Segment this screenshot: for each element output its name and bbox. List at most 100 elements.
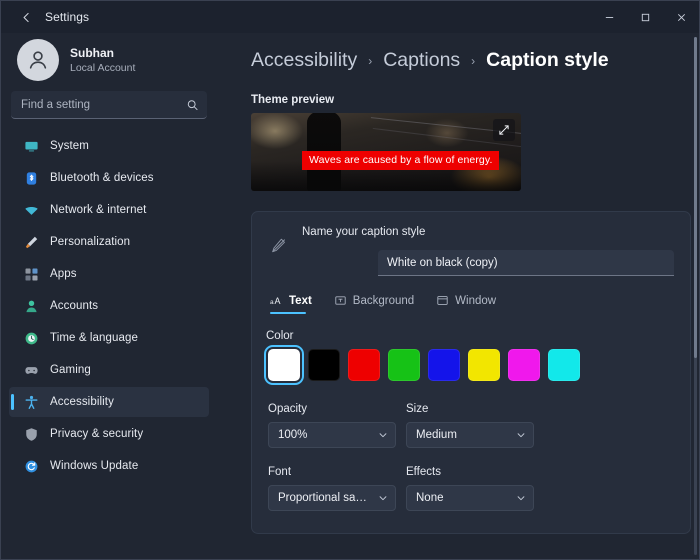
caption-name-row: Name your caption style [266, 226, 674, 276]
window-icon [436, 294, 449, 307]
sidebar-item-accounts[interactable]: Accounts [9, 291, 209, 321]
tab-text-label: Text [289, 294, 312, 307]
gamepad-icon [23, 362, 39, 378]
back-button[interactable] [13, 4, 39, 30]
content-scrollbar[interactable] [694, 37, 697, 555]
sidebar-item-personalization[interactable]: Personalization [9, 227, 209, 257]
font-label: Font [268, 466, 292, 478]
color-swatch-cyan[interactable] [548, 349, 580, 381]
color-swatch-white[interactable] [264, 345, 304, 385]
sidebar-item-windows-update[interactable]: Windows Update [9, 451, 209, 481]
chevron-down-icon [516, 493, 526, 503]
monitor-icon [23, 138, 39, 154]
color-swatch-green[interactable] [388, 349, 420, 381]
avatar [17, 39, 59, 81]
color-label: Color [266, 330, 294, 342]
size-value: Medium [416, 429, 457, 441]
color-swatch-red[interactable] [348, 349, 380, 381]
effects-value: None [416, 492, 444, 504]
tab-window[interactable]: Window [436, 294, 496, 314]
minimize-button[interactable] [591, 1, 627, 33]
style-options-grid: Opacity 100% Size Medium Font Proportion… [268, 385, 674, 511]
size-label: Size [406, 403, 429, 415]
chevron-down-icon [378, 430, 388, 440]
caption-name-input-wrap [302, 250, 674, 276]
breadcrumb-separator-icon: › [471, 53, 476, 68]
font-field: Font Proportional sans s... [268, 466, 396, 511]
sidebar-item-label: Accessibility [50, 396, 114, 408]
opacity-value: 100% [278, 429, 308, 441]
scrollbar-thumb[interactable] [694, 37, 697, 359]
opacity-select[interactable]: 100% [268, 422, 396, 448]
color-swatch-yellow[interactable] [468, 349, 500, 381]
font-select[interactable]: Proportional sans s... [268, 485, 396, 511]
maximize-button[interactable] [627, 1, 663, 33]
chevron-down-icon [516, 430, 526, 440]
update-icon [23, 458, 39, 474]
size-select[interactable]: Medium [406, 422, 534, 448]
sidebar-item-label: Bluetooth & devices [50, 172, 154, 184]
color-swatch-blue[interactable] [428, 349, 460, 381]
sidebar-item-label: Privacy & security [50, 428, 144, 440]
caption-name-column: Name your caption style [302, 226, 674, 276]
search-icon [186, 98, 199, 111]
sidebar-item-gaming[interactable]: Gaming [9, 355, 209, 385]
expand-diagonal-icon[interactable] [493, 119, 515, 141]
shield-icon [23, 426, 39, 442]
breadcrumb-item-captions[interactable]: Captions [383, 49, 460, 72]
effects-select[interactable]: None [406, 485, 534, 511]
clock-icon [23, 330, 39, 346]
sidebar-item-label: Time & language [50, 332, 139, 344]
font-value: Proportional sans s... [278, 492, 371, 504]
account-subtitle: Local Account [70, 62, 136, 74]
sidebar-item-privacy-security[interactable]: Privacy & security [9, 419, 209, 449]
text-format-icon: a A [270, 294, 283, 307]
sidebar-item-label: Gaming [50, 364, 91, 376]
search-box[interactable] [11, 91, 207, 119]
size-field: Size Medium [406, 403, 534, 448]
background-icon [334, 294, 347, 307]
page-title: Caption style [486, 49, 609, 71]
accounts-icon [23, 298, 39, 314]
opacity-label: Opacity [268, 403, 307, 415]
color-swatch-black[interactable] [308, 349, 340, 381]
apps-icon [23, 266, 39, 282]
sidebar-item-label: Windows Update [50, 460, 139, 472]
caption-name-label: Name your caption style [302, 226, 426, 238]
title-bar: Settings [1, 1, 699, 33]
sidebar-item-accessibility[interactable]: Accessibility [9, 387, 209, 417]
breadcrumb-item-accessibility[interactable]: Accessibility [251, 49, 357, 72]
account-block[interactable]: Subhan Local Account [9, 33, 209, 91]
close-button[interactable] [663, 1, 699, 33]
sidebar-item-network-internet[interactable]: Network & internet [9, 195, 209, 225]
sidebar-item-bluetooth-devices[interactable]: Bluetooth & devices [9, 163, 209, 193]
brush-icon [23, 234, 39, 250]
sidebar-item-label: System [50, 140, 89, 152]
sidebar-item-system[interactable]: System [9, 131, 209, 161]
tab-background[interactable]: Background [334, 294, 414, 314]
preview-caption-text: Waves are caused by a flow of energy. [302, 151, 500, 170]
sidebar: Subhan Local Account Find a setting Syst… [1, 33, 217, 559]
tab-window-label: Window [455, 294, 497, 307]
sidebar-item-label: Network & internet [50, 204, 147, 216]
caption-name-input[interactable] [378, 250, 674, 276]
tab-text[interactable]: a A Text [270, 294, 312, 314]
sidebar-item-time-language[interactable]: Time & language [9, 323, 209, 353]
search-container [9, 91, 209, 129]
bluetooth-icon [23, 170, 39, 186]
accessibility-icon [23, 394, 39, 410]
chevron-down-icon [378, 493, 388, 503]
pen-edit-icon [266, 226, 290, 256]
sidebar-item-apps[interactable]: Apps [9, 259, 209, 289]
svg-text:a: a [270, 299, 274, 306]
opacity-field: Opacity 100% [268, 403, 396, 448]
style-tabs: a A Text Background Window [270, 294, 674, 314]
sidebar-item-label: Accounts [50, 300, 99, 312]
window-body: Subhan Local Account Find a setting Syst… [1, 33, 699, 559]
breadcrumb: Accessibility › Captions › Caption style [251, 49, 681, 72]
color-swatch-magenta[interactable] [508, 349, 540, 381]
svg-text:A: A [274, 296, 280, 306]
breadcrumb-separator-icon: › [368, 53, 373, 68]
search-input[interactable] [21, 98, 179, 111]
sidebar-item-label: Personalization [50, 236, 131, 248]
